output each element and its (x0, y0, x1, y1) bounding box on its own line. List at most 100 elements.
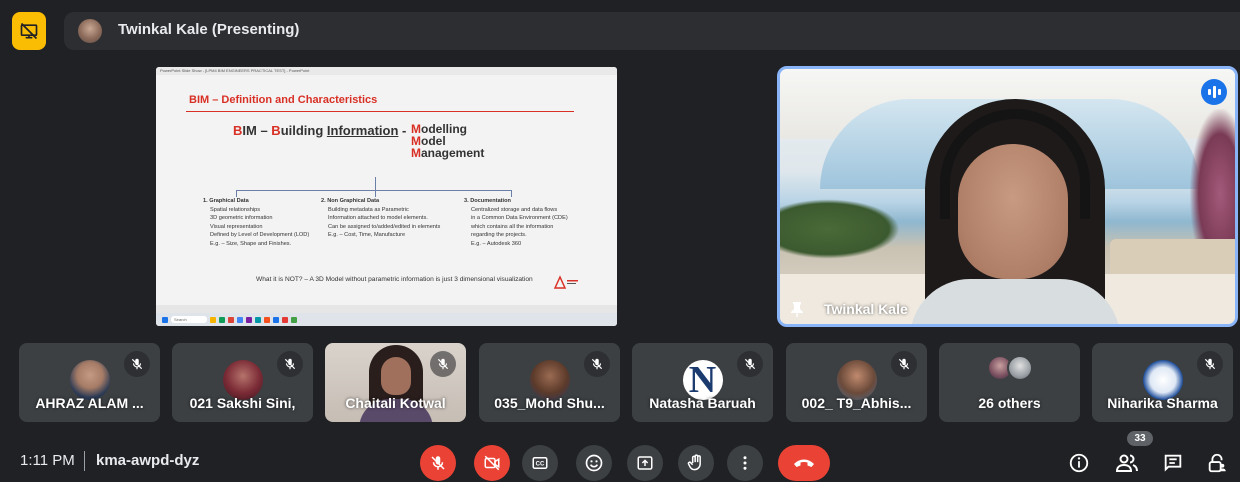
avatar (69, 360, 110, 400)
m3-letter: M (411, 146, 421, 160)
avatar: N (682, 359, 723, 401)
speaker-body (910, 279, 1120, 324)
taskbar-app-icon (291, 316, 297, 323)
camera-button[interactable] (474, 445, 510, 481)
svg-text:CC: CC (536, 462, 545, 468)
avatar (836, 360, 877, 400)
col-non-graphical-data: 2. Non Graphical Data Building metadata … (321, 197, 440, 240)
avatar (529, 360, 570, 400)
reactions-button[interactable] (576, 445, 612, 481)
m3-rest: anagement (421, 146, 485, 160)
mic-off-icon (431, 456, 445, 470)
col2-heading: 2. Non Graphical Data (321, 198, 380, 204)
others-count: 26 others (978, 395, 1041, 411)
col3-item: E.g. – Autodesk 360 (471, 240, 522, 247)
participant-name: 021 Sakshi Sini, (189, 395, 296, 411)
taskbar-app-icon (255, 316, 261, 323)
avatar-initial: N (688, 359, 717, 401)
meeting-code: kma-awpd-dyz (96, 452, 200, 469)
taskbar-app-icon (210, 316, 216, 323)
top-bar: Twinkal Kale (Presenting) (0, 0, 1240, 62)
col1-heading: 1. Graphical Data (203, 198, 249, 204)
microphone-button[interactable] (420, 445, 456, 481)
avatar (1142, 360, 1183, 400)
emoji-icon (585, 454, 603, 472)
participant-tile[interactable]: N Natasha Baruah (632, 343, 773, 422)
speaking-indicator-icon (1201, 79, 1227, 105)
background-plant (780, 199, 900, 259)
taskbar-app-icon (237, 316, 243, 323)
lock-person-icon (1208, 453, 1226, 473)
slide-note: What it is NOT? – A 3D Model without par… (256, 276, 533, 283)
others-tile[interactable]: 26 others (939, 343, 1080, 422)
shared-screen[interactable]: PowerPoint Slide Show - [LPM4 BIM ENGINE… (156, 67, 617, 326)
muted-mic-icon (430, 351, 456, 377)
more-options-button[interactable] (727, 445, 763, 481)
participant-tile[interactable]: 035_Mohd Shu... (479, 343, 620, 422)
presenter-avatar (78, 19, 102, 43)
background-sofa (1110, 239, 1235, 279)
heading-letter-b: B (233, 123, 243, 138)
col-graphical-data: 1. Graphical Data Spatial relationships … (203, 197, 309, 249)
divider (84, 451, 85, 471)
tree-branch (236, 190, 511, 191)
participant-name: Niharika Sharma (1107, 395, 1218, 411)
taskbar-search: Search (171, 316, 207, 323)
main-speaker-tile[interactable]: Twinkal Kale (777, 66, 1238, 327)
chat-button[interactable] (1158, 448, 1188, 478)
col2-item: Can be assigned to/added/edited in eleme… (328, 223, 441, 230)
presentation-mode-icon[interactable] (12, 12, 46, 50)
avatar (222, 360, 263, 400)
col3-item: which contains all the information (471, 223, 554, 230)
pin-icon[interactable] (790, 301, 804, 317)
col1-item: 3D geometric information (210, 215, 273, 222)
heading-letter-b2: B (271, 123, 281, 138)
participant-name: AHRAZ ALAM ... (35, 395, 144, 411)
meeting-details-button[interactable] (1064, 448, 1094, 478)
slide-m-management: Management (411, 147, 484, 159)
shared-window-title: PowerPoint Slide Show - [LPM4 BIM ENGINE… (156, 67, 617, 75)
muted-mic-icon (584, 351, 610, 377)
participant-name: 035_Mohd Shu... (494, 395, 605, 411)
slide-heading: BIM – Building Information - (233, 123, 406, 138)
slide-title-rule (186, 111, 574, 112)
col1-item: E.g. – Size, Shape and Finishes. (210, 240, 292, 247)
present-screen-icon (637, 456, 653, 470)
camera-off-icon (484, 455, 500, 471)
people-button[interactable] (1112, 448, 1142, 478)
raise-hand-icon (687, 454, 701, 471)
hang-up-icon (794, 459, 814, 467)
participant-name: Natasha Baruah (649, 395, 756, 411)
host-controls-button[interactable] (1202, 448, 1232, 478)
heading-im: IM – (242, 123, 272, 138)
col1-item: Visual representation (210, 223, 263, 230)
people-icon (1115, 454, 1138, 472)
participant-tile[interactable]: 021 Sakshi Sini, (172, 343, 313, 422)
captions-button[interactable]: CC (522, 445, 558, 481)
info-icon (1069, 453, 1089, 473)
col3-heading: 3. Documentation (464, 198, 511, 204)
participant-tile[interactable]: AHRAZ ALAM ... (19, 343, 160, 422)
participant-tile[interactable]: Chaitali Kotwal (325, 343, 466, 422)
raise-hand-button[interactable] (678, 445, 714, 481)
taskbar-app-icon (264, 316, 270, 323)
company-logo-icon (553, 275, 578, 289)
participant-name: Chaitali Kotwal (345, 395, 446, 411)
taskbar-app-icon (273, 316, 279, 323)
muted-mic-icon (124, 351, 150, 377)
taskbar-app-icon (219, 316, 225, 323)
speaker-name: Twinkal Kale (824, 301, 908, 317)
participant-tile[interactable]: Niharika Sharma (1092, 343, 1233, 422)
taskbar-app-icon (282, 316, 288, 323)
windows-start-icon (162, 316, 168, 323)
heading-dash: - (398, 123, 407, 138)
participant-tile[interactable]: 002_ T9_Abhis... (786, 343, 927, 422)
col2-item: Information attached to model elements. (328, 215, 428, 222)
heading-uilding: uilding (280, 123, 327, 138)
leave-call-button[interactable] (778, 445, 830, 481)
tree-leaf-2 (375, 190, 376, 197)
col1-item: Defined by Level of Development (LOD) (210, 232, 310, 239)
tree-leaf-1 (236, 190, 237, 197)
present-button[interactable] (627, 445, 663, 481)
chat-icon (1164, 454, 1182, 472)
